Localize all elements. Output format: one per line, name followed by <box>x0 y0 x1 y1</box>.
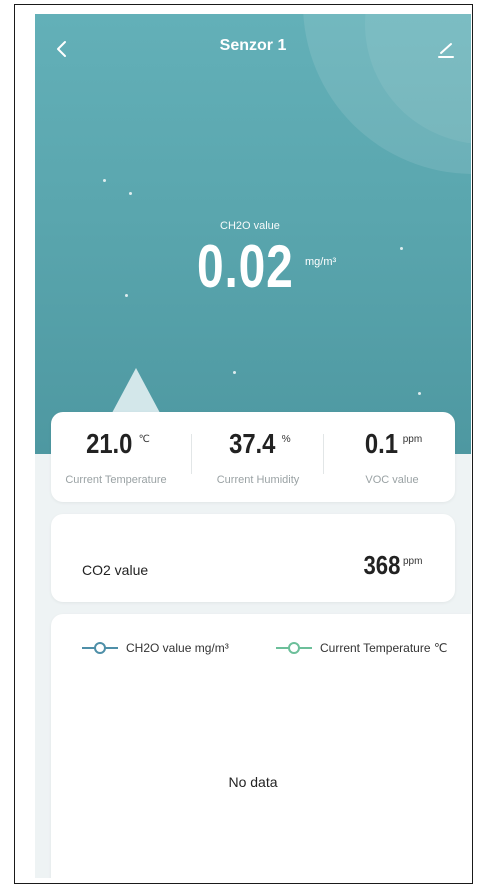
hero-panel: Senzor 1 CH2O value 0.02 mg/m³ <box>35 14 471 454</box>
metrics-card: 21.0 ℃ Current Temperature 37.4% Current … <box>51 412 455 502</box>
metric-label: Current Humidity <box>216 474 300 486</box>
temperature-metric: 21.0 ℃ Current Temperature <box>51 412 181 502</box>
legend-label: Current Temperature ℃ <box>320 641 448 655</box>
divider <box>323 434 324 474</box>
history-chart-card: CH2O value mg/m³ Current Temperature ℃ N… <box>51 614 471 878</box>
chart-legend: CH2O value mg/m³ Current Temperature ℃ <box>67 638 471 658</box>
metric-value: 37.4 <box>229 428 276 459</box>
co2-unit: ppm <box>403 556 423 567</box>
metric-unit: ℃ <box>138 434 150 445</box>
metric-label: Current Temperature <box>65 474 167 486</box>
page-title: Senzor 1 <box>219 37 287 54</box>
metric-value: 0.1 <box>364 428 398 459</box>
main-value: 0.02 <box>197 233 294 300</box>
app-screen: Senzor 1 CH2O value 0.02 mg/m³ 21.0 ℃ Cur… <box>35 14 471 878</box>
decorative-dot <box>103 179 106 182</box>
metric-unit: % <box>281 434 291 445</box>
metric-value: 21.0 <box>86 428 133 459</box>
decorative-dot <box>125 294 128 297</box>
metric-label: VOC value <box>365 474 419 486</box>
co2-label: CO2 value <box>82 562 149 578</box>
decorative-dot <box>129 192 132 195</box>
co2-card: CO2 value 368 ppm <box>51 514 455 602</box>
top-bar: Senzor 1 <box>35 32 471 68</box>
legend-line-icon <box>82 641 118 655</box>
main-value-label: CH2O value <box>220 220 280 232</box>
legend-label: CH2O value mg/m³ <box>126 641 229 655</box>
humidity-metric: 37.4% Current Humidity <box>193 412 323 502</box>
co2-value: 368 <box>363 550 401 580</box>
empty-state-text: No data <box>228 774 278 790</box>
decorative-dot <box>400 247 403 250</box>
decorative-dot <box>233 371 236 374</box>
voc-metric: 0.1 ppm VOC value <box>329 412 455 502</box>
divider <box>191 434 192 474</box>
main-value-unit: mg/m³ <box>305 256 337 268</box>
metric-unit: ppm <box>402 434 423 445</box>
legend-item-ch2o[interactable]: CH2O value mg/m³ <box>82 638 229 658</box>
decorative-dot <box>418 392 421 395</box>
legend-line-icon <box>276 641 312 655</box>
pencil-icon[interactable] <box>433 36 459 62</box>
legend-item-temperature[interactable]: Current Temperature ℃ <box>276 638 447 658</box>
